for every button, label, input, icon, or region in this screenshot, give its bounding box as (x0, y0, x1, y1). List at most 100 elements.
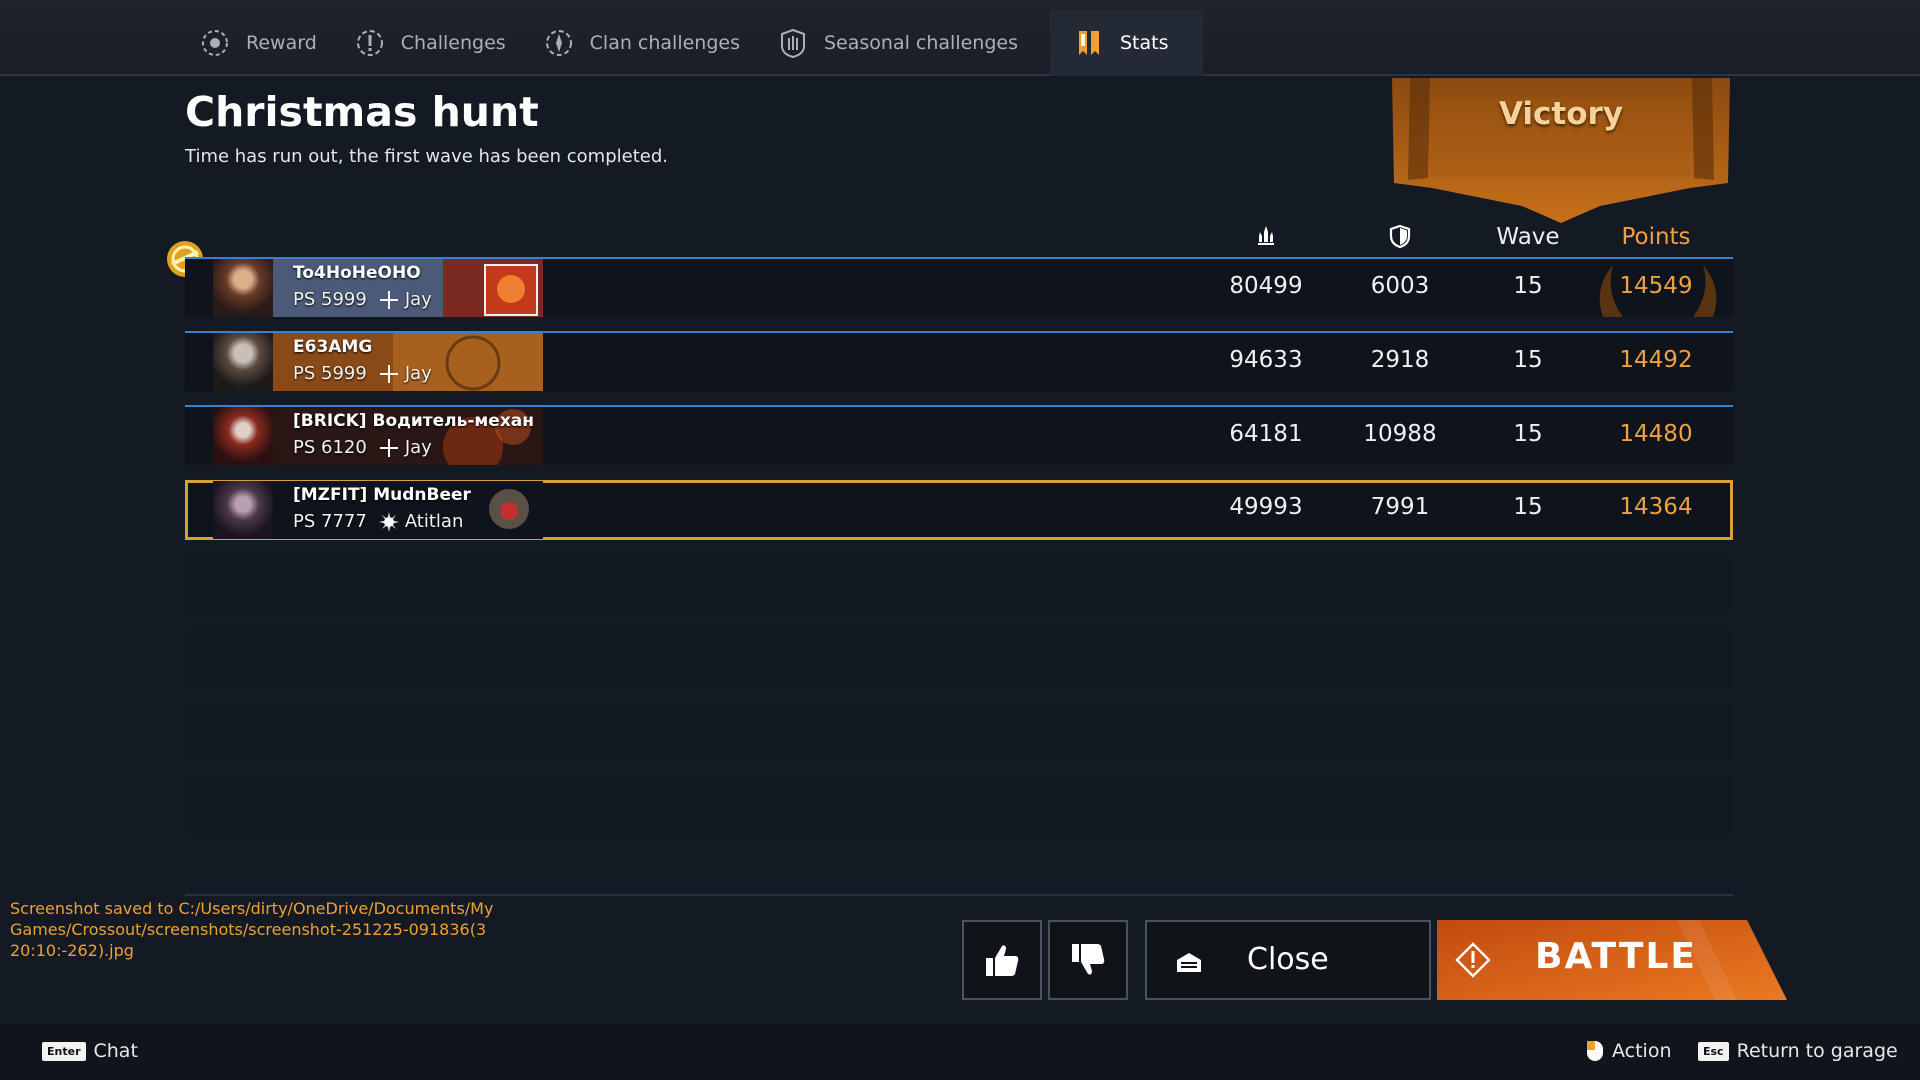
faction-name: Jay (404, 363, 432, 384)
avatar (213, 259, 273, 317)
damage-value: 94633 (1229, 347, 1303, 373)
damage-value: 80499 (1229, 273, 1303, 299)
reward-icon (202, 30, 228, 56)
close-button[interactable]: Close (1145, 920, 1431, 1000)
tabs: Reward Challenges Clan challenges Season… (190, 10, 1203, 76)
table-row[interactable]: To4HoHeOHO PS 5999 Jay 80499 6003 15 145… (185, 257, 1733, 317)
tab-challenges[interactable]: Challenges (345, 10, 534, 76)
damage-value: 64181 (1229, 421, 1303, 447)
esc-key: Esc (1698, 1041, 1729, 1061)
avatar (213, 333, 273, 391)
wave-column-header: Wave (1496, 224, 1560, 250)
mouse-icon (1587, 1041, 1603, 1061)
player-info: PS 5999 Jay (293, 363, 432, 384)
wave-value: 15 (1513, 347, 1543, 373)
wave-value: 15 (1513, 273, 1543, 299)
player-card[interactable]: [BRICK] Водитель-механ PS 6120 Jay (213, 407, 543, 465)
player-name: [MZFIT] MudnBeer (293, 485, 471, 505)
tab-reward[interactable]: Reward (190, 10, 345, 76)
tab-label: Clan challenges (589, 32, 740, 54)
table-row[interactable]: E63AMG PS 5999 Jay 94633 2918 15 14492 (185, 331, 1733, 391)
player-card[interactable]: [MZFIT] MudnBeer PS 7777 Atitlan (213, 481, 543, 539)
defense-value: 6003 (1370, 273, 1430, 299)
player-name: [BRICK] Водитель-механ (293, 411, 535, 431)
player-card[interactable]: To4HoHeOHO PS 5999 Jay (213, 259, 543, 317)
empty-row (185, 628, 1733, 688)
power-score: PS 6120 (293, 437, 367, 458)
faction-jay-icon (379, 364, 398, 383)
tab-seasonal-challenges[interactable]: Seasonal challenges (768, 10, 1046, 76)
damage-column-header (1201, 224, 1331, 252)
return-label: Return to garage (1736, 1040, 1898, 1062)
tab-label: Challenges (400, 32, 506, 54)
player-name: E63AMG (293, 337, 373, 357)
tab-label: Stats (1120, 32, 1169, 54)
wave-value: 15 (1513, 494, 1543, 520)
dislike-button[interactable] (1048, 920, 1128, 1000)
victory-banner: Victory (1390, 78, 1732, 223)
divider (185, 894, 1733, 896)
shield-icon (1389, 224, 1411, 249)
table-row[interactable]: [BRICK] Водитель-механ PS 6120 Jay 64181… (185, 405, 1733, 465)
page-subtitle: Time has run out, the first wave has bee… (185, 146, 668, 167)
table-header: Wave Points (185, 224, 1733, 256)
points-value: 14492 (1619, 347, 1693, 373)
seasonal-challenges-icon (781, 28, 805, 59)
player-name: To4HoHeOHO (293, 263, 421, 283)
battle-icon (1455, 942, 1491, 978)
enter-key: Enter (42, 1041, 86, 1061)
faction-jay-icon (379, 438, 398, 457)
defense-value: 10988 (1363, 421, 1437, 447)
tab-stats[interactable]: Stats (1050, 10, 1203, 76)
defense-value: 7991 (1370, 494, 1430, 520)
faction-name: Jay (404, 289, 432, 310)
battle-button[interactable]: BATTLE (1437, 920, 1787, 1000)
player-info: PS 7777 Atitlan (293, 511, 463, 532)
wave-value: 15 (1513, 421, 1543, 447)
page-title: Christmas hunt (185, 88, 539, 136)
footer-hints: Enter Chat Action Esc Return to garage (0, 1024, 1920, 1080)
like-button[interactable] (962, 920, 1042, 1000)
avatar (213, 481, 273, 539)
action-label: Action (1612, 1040, 1672, 1062)
faction-jay-icon (379, 290, 398, 309)
thumbs-down-icon (1072, 944, 1105, 975)
table-row-current-player[interactable]: [MZFIT] MudnBeer PS 7777 Atitlan 49993 7… (185, 480, 1733, 540)
challenges-icon (356, 30, 383, 56)
close-label: Close (1247, 942, 1329, 977)
screenshot-saved-message: Screenshot saved to C:/Users/dirty/OneDr… (10, 899, 494, 960)
player-info: PS 5999 Jay (293, 289, 432, 310)
defense-value: 2918 (1370, 347, 1430, 373)
tab-label: Reward (246, 32, 317, 54)
result-label: Victory (1498, 96, 1624, 132)
points-column-header: Points (1621, 224, 1691, 250)
faction-name: Atitlan (404, 511, 464, 532)
player-info: PS 6120 Jay (293, 437, 432, 458)
points-value: 14549 (1619, 273, 1693, 299)
tab-clan-challenges[interactable]: Clan challenges (534, 10, 768, 76)
player-card[interactable]: E63AMG PS 5999 Jay (213, 333, 543, 391)
stats-icon (1079, 31, 1099, 55)
garage-icon (1177, 953, 1201, 972)
thumbs-up-icon (986, 945, 1019, 976)
action-hint[interactable]: Action (1586, 1040, 1672, 1062)
damage-icon (1258, 226, 1274, 245)
avatar (213, 407, 273, 465)
tab-label: Seasonal challenges (824, 32, 1018, 54)
faction-name: Jay (404, 437, 432, 458)
top-tab-bar: Reward Challenges Clan challenges Season… (0, 0, 1920, 76)
points-value: 14364 (1619, 494, 1693, 520)
return-to-garage-hint[interactable]: Esc Return to garage (1698, 1040, 1898, 1062)
power-score: PS 5999 (293, 363, 367, 384)
power-score: PS 5999 (293, 289, 367, 310)
empty-row (185, 776, 1733, 836)
clan-challenges-icon (545, 30, 572, 56)
faction-atitlan-icon (378, 511, 399, 532)
chat-hint[interactable]: Enter Chat (42, 1040, 138, 1062)
power-score: PS 7777 (293, 511, 367, 532)
battle-label: BATTLE (1535, 936, 1697, 977)
points-value: 14480 (1619, 421, 1693, 447)
defense-column-header (1335, 224, 1465, 254)
chat-label: Chat (93, 1040, 138, 1062)
damage-value: 49993 (1229, 494, 1303, 520)
